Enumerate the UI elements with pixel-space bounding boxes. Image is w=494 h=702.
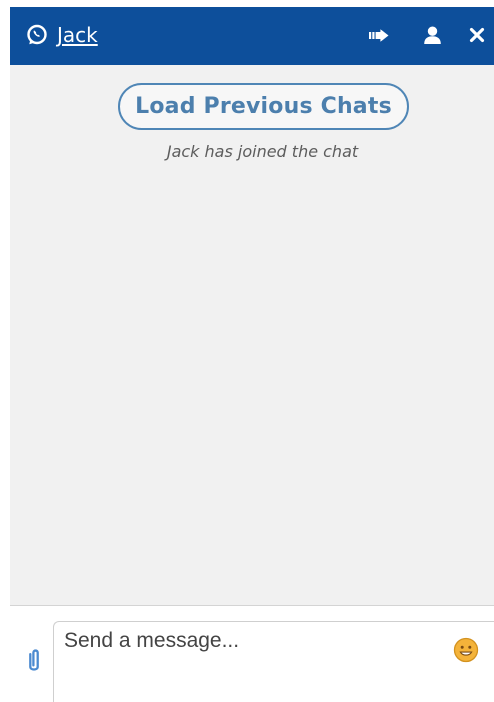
contact-link[interactable]: Jack <box>25 21 98 49</box>
close-icon <box>469 27 485 43</box>
message-input[interactable] <box>64 624 424 658</box>
chat-window: Jack Load Previous Chats Jack has joined… <box>10 7 494 702</box>
user-icon <box>423 26 441 44</box>
transfer-icon <box>369 29 389 42</box>
close-button[interactable] <box>462 20 492 50</box>
user-button[interactable] <box>417 20 447 50</box>
smiley-icon <box>453 637 479 663</box>
paperclip-icon <box>29 649 39 671</box>
load-previous-chats-button[interactable]: Load Previous Chats <box>118 83 409 130</box>
contact-name: Jack <box>57 23 98 47</box>
join-message: Jack has joined the chat <box>166 142 359 161</box>
chat-header: Jack <box>10 7 494 65</box>
message-area[interactable]: Load Previous Chats Jack has joined the … <box>10 65 494 605</box>
message-composer <box>10 606 494 702</box>
emoji-button[interactable] <box>453 637 479 663</box>
whatsapp-icon <box>27 24 47 45</box>
attach-button[interactable] <box>24 645 44 675</box>
transfer-button[interactable] <box>364 20 394 50</box>
